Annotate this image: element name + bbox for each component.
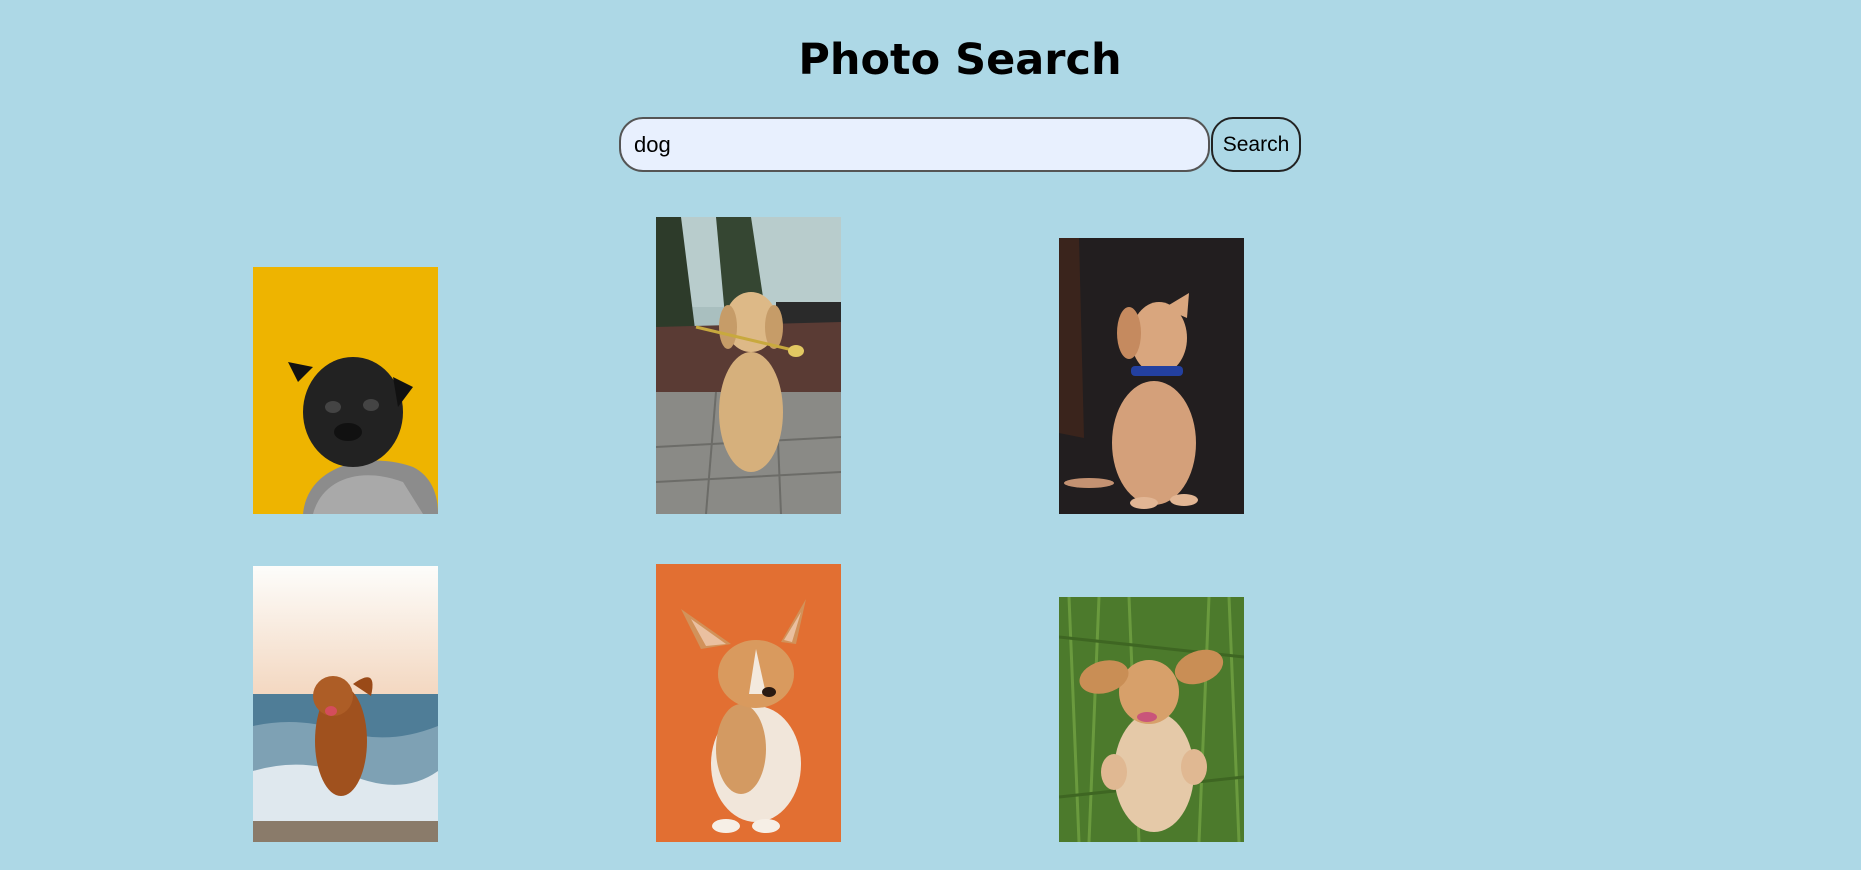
golden-retriever-image	[656, 217, 841, 514]
spaniel-image	[1059, 597, 1244, 842]
page-title: Photo Search	[798, 35, 1122, 85]
beach-dog-image	[253, 566, 438, 842]
labrador-puppy-image	[1059, 238, 1244, 514]
photo-search-page: Photo Search Search	[0, 0, 1861, 870]
result-photo-corgi-puppy[interactable]	[656, 564, 841, 842]
result-photo-labrador-puppy[interactable]	[1059, 238, 1244, 514]
pug-image	[253, 267, 438, 514]
search-button[interactable]: Search	[1211, 117, 1301, 172]
corgi-puppy-image	[656, 564, 841, 842]
result-photo-spaniel[interactable]	[1059, 597, 1244, 842]
result-photo-pug[interactable]	[253, 267, 438, 514]
result-photo-beach-dog[interactable]	[253, 566, 438, 842]
result-photo-golden-retriever[interactable]	[656, 217, 841, 514]
search-input[interactable]	[619, 117, 1210, 172]
